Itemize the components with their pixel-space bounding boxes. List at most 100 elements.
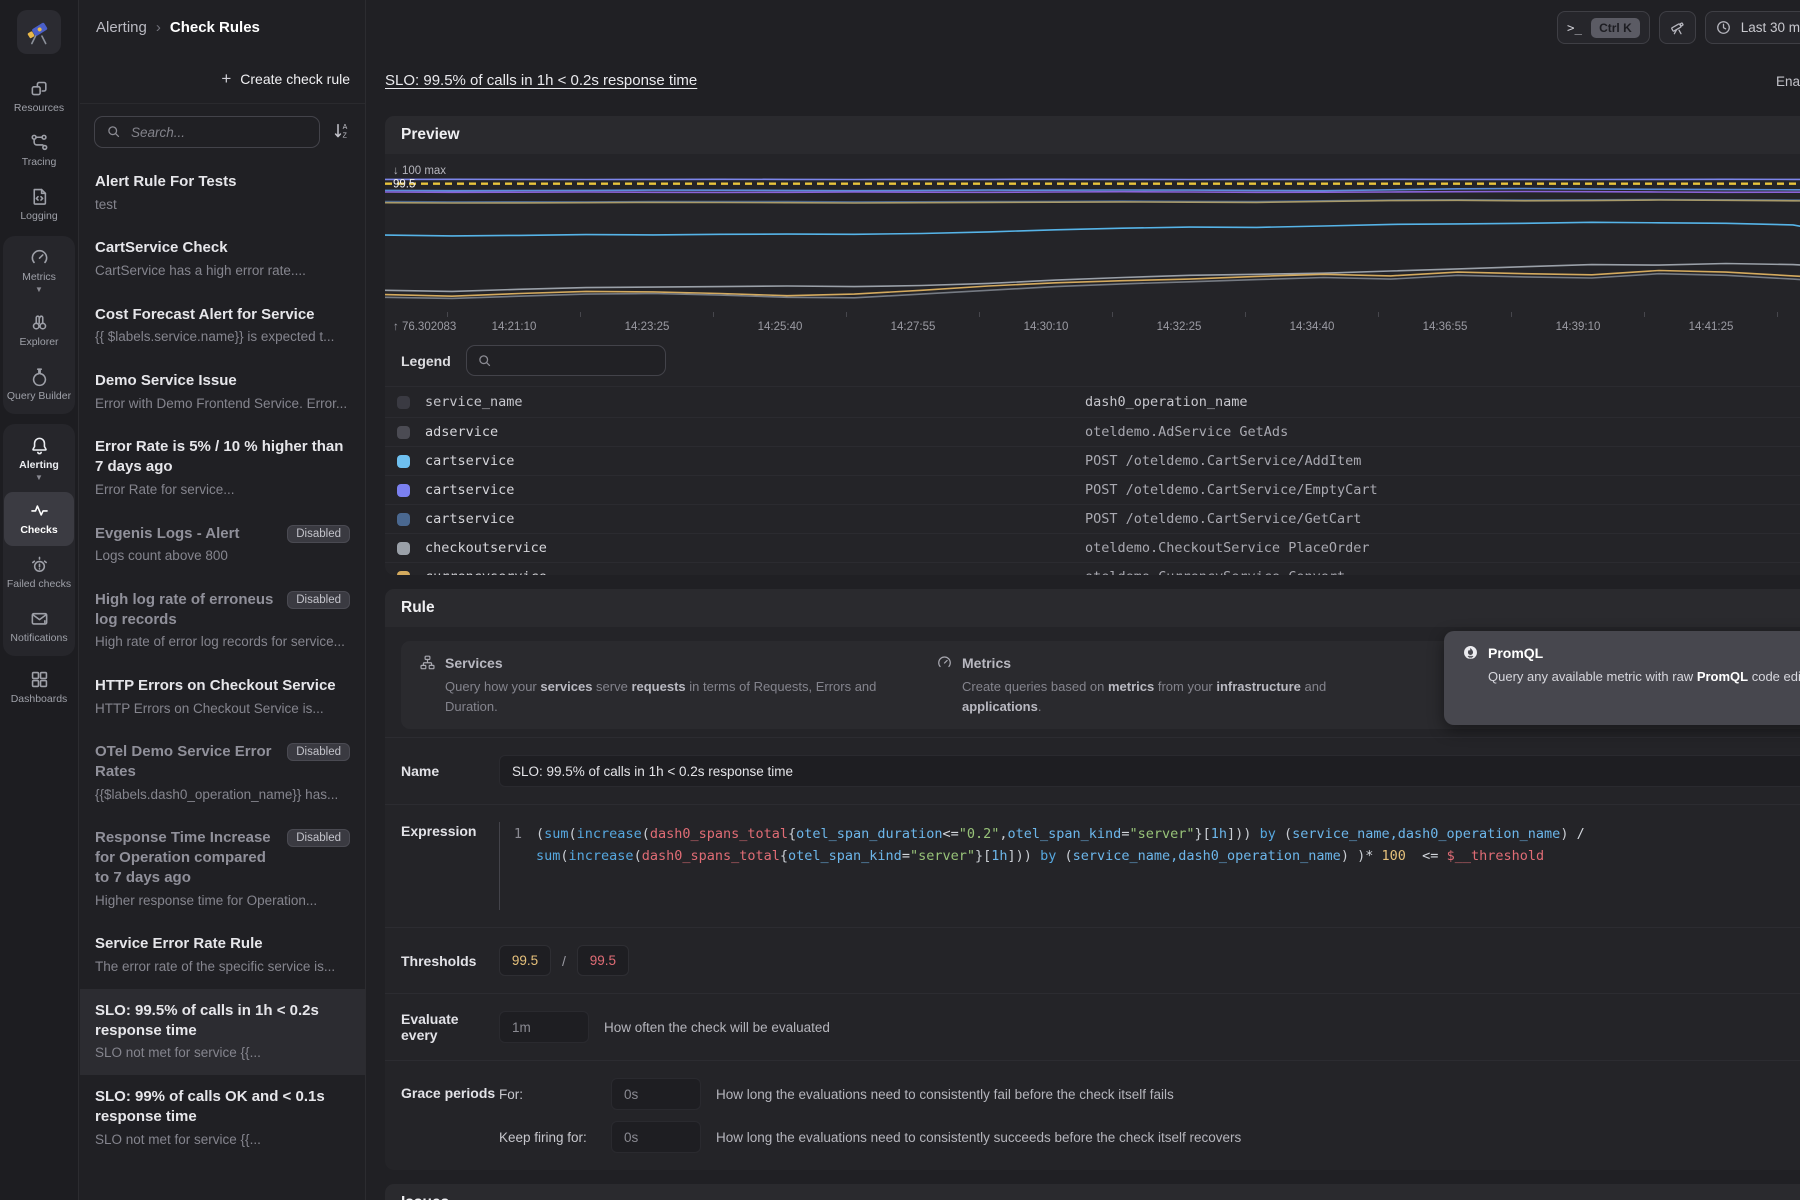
legend-table: service_name dash0_operation_name adserv… (385, 386, 1800, 575)
legend-service-name: cartservice (425, 482, 1085, 498)
legend-search-input[interactable] (501, 353, 655, 368)
keep-firing-label: Keep firing for: (499, 1130, 611, 1145)
dashboards-icon (29, 669, 50, 690)
tab-services-label: Services (445, 655, 503, 671)
check-rule-list-item[interactable]: Cost Forecast Alert for Service{{ $label… (80, 293, 365, 359)
critical-threshold-input[interactable] (577, 945, 629, 976)
promql-code-editor[interactable]: 1 (sum(increase(dash0_spans_total{otel_s… (499, 822, 1800, 910)
rules-search-box[interactable] (94, 116, 320, 148)
tab-metrics-label: Metrics (962, 655, 1011, 671)
alerting-group: Alerting ▼ Checks Failed checks Notifica… (3, 424, 75, 656)
plus-icon: + (221, 69, 231, 89)
sidebar-item-notifications[interactable]: Notifications (4, 600, 74, 654)
legend-row[interactable]: adserviceoteldemo.AdService GetAds (385, 417, 1800, 446)
issues-panel: Issues Summary (385, 1184, 1800, 1200)
rule-name-input[interactable] (499, 755, 1800, 787)
command-palette-button[interactable]: >_ Ctrl K (1557, 11, 1650, 44)
legend-row[interactable]: checkoutserviceoteldemo.CheckoutService … (385, 533, 1800, 562)
assistant-button[interactable] (1659, 11, 1696, 44)
check-rule-list-item[interactable]: Alert Rule For Teststest (80, 160, 365, 226)
sidebar-item-metrics[interactable]: Metrics ▼ (4, 239, 74, 304)
svg-text:14:21:10: 14:21:10 (492, 321, 537, 333)
promql-expression[interactable]: (sum(increase(dash0_spans_total{otel_spa… (536, 824, 1800, 910)
bell-icon (29, 435, 50, 456)
legend-operation-name: POST /oteldemo.CartService/EmptyCart (1085, 482, 1378, 498)
svg-text:14:39:10: 14:39:10 (1556, 321, 1601, 333)
sidebar-item-logging[interactable]: Logging (4, 178, 74, 232)
legend-operation-name: oteldemo.AdService GetAds (1085, 424, 1288, 440)
column-header-service-name[interactable]: service_name (425, 394, 1085, 410)
app-logo[interactable] (17, 10, 61, 54)
rule-item-subtitle: Error Rate for service... (95, 481, 350, 499)
create-check-rule-button[interactable]: + Create check rule (221, 69, 350, 89)
series-color-swatch[interactable] (397, 426, 410, 439)
select-all-swatch[interactable] (397, 396, 410, 409)
rule-item-subtitle: SLO not met for service {{... (95, 1131, 350, 1149)
shortcut-badge: Ctrl K (1591, 18, 1640, 38)
sidebar-item-query-builder[interactable]: Query Builder (4, 358, 74, 412)
series-color-swatch[interactable] (397, 571, 410, 576)
series-color-swatch[interactable] (397, 542, 410, 555)
line-number: 1 (500, 824, 536, 910)
check-rule-list-item[interactable]: Response Time Increase for Operation com… (80, 816, 365, 922)
rule-item-title: OTel Demo Service Error Rates (95, 742, 279, 782)
check-rule-list-item[interactable]: Error Rate is 5% / 10 % higher than 7 da… (80, 425, 365, 511)
check-rule-list-item[interactable]: Service Error Rate RuleThe error rate of… (80, 922, 365, 988)
search-input[interactable] (131, 125, 308, 140)
evaluate-interval-input[interactable] (499, 1011, 589, 1043)
check-rule-list: Alert Rule For TeststestCartService Chec… (80, 160, 365, 1200)
breadcrumb-section[interactable]: Alerting (96, 19, 147, 36)
series-color-swatch[interactable] (397, 513, 410, 526)
breadcrumb: Alerting › Check Rules (96, 19, 260, 36)
check-rule-list-item[interactable]: Evgenis Logs - AlertDisabledLogs count a… (80, 512, 365, 578)
sidebar-item-resources[interactable]: Resources (4, 70, 74, 124)
app-root: Resources Tracing Logging Metrics ▼ Expl… (0, 0, 1800, 1200)
svg-text:↓ 100 max: ↓ 100 max (393, 165, 446, 177)
sidebar-item-alerting[interactable]: Alerting ▼ (4, 427, 74, 492)
degraded-threshold-input[interactable] (499, 945, 551, 976)
series-color-swatch[interactable] (397, 455, 410, 468)
svg-text:↑ 76.302083: ↑ 76.302083 (393, 321, 456, 333)
sidebar-item-checks[interactable]: Checks (4, 492, 74, 546)
time-range-picker[interactable]: Last 30 minutes (1705, 11, 1800, 44)
legend-row[interactable]: cartservicePOST /oteldemo.CartService/Ge… (385, 504, 1800, 533)
rule-item-subtitle: {{$labels.dash0_operation_name}} has... (95, 786, 350, 804)
check-rule-list-item[interactable]: High log rate of erroneus log recordsDis… (80, 578, 365, 664)
sort-az-button[interactable]: AZ (330, 119, 354, 146)
legend-label: Legend (401, 353, 451, 369)
sidebar-item-dashboards[interactable]: Dashboards (4, 661, 74, 715)
grace-for-input[interactable] (611, 1078, 701, 1110)
rule-item-subtitle: {{ $labels.service.name}} is expected t.… (95, 328, 350, 346)
name-label: Name (401, 763, 499, 779)
legend-row[interactable]: cartservicePOST /oteldemo.CartService/Em… (385, 475, 1800, 504)
enabled-toggle-label[interactable]: Enabled (1776, 74, 1800, 89)
line-chart[interactable]: ↓ 100 max99.514:21:1014:23:2514:25:4014:… (385, 158, 1800, 336)
sidebar-item-failed-checks[interactable]: Failed checks (4, 546, 74, 600)
check-rule-list-item[interactable]: CartService CheckCartService has a high … (80, 226, 365, 292)
check-rule-list-item[interactable]: SLO: 99.5% of calls in 1h < 0.2s respons… (80, 989, 365, 1075)
tab-metrics[interactable]: Metrics Create queries based on metrics … (918, 641, 1435, 729)
tab-services[interactable]: Services Query how your services serve r… (401, 641, 918, 729)
check-rule-list-item[interactable]: Demo Service IssueError with Demo Fronte… (80, 359, 365, 425)
preview-chart[interactable]: ↓ 100 max99.514:21:1014:23:2514:25:4014:… (385, 154, 1800, 336)
nav-rail: Resources Tracing Logging Metrics ▼ Expl… (0, 0, 79, 1200)
rule-title-link[interactable]: SLO: 99.5% of calls in 1h < 0.2s respons… (385, 72, 697, 89)
check-rule-list-item[interactable]: HTTP Errors on Checkout ServiceHTTP Erro… (80, 664, 365, 730)
tab-promql[interactable]: PromQL Query any available metric with r… (1444, 631, 1800, 725)
sidebar-item-tracing[interactable]: Tracing (4, 124, 74, 178)
check-rule-list-item[interactable]: SLO: 99% of calls OK and < 0.1s response… (80, 1075, 365, 1161)
series-color-swatch[interactable] (397, 484, 410, 497)
legend-search-box[interactable] (466, 345, 666, 376)
grace-for-row: For: How long the evaluations need to co… (499, 1078, 1241, 1110)
rule-item-subtitle: Higher response time for Operation... (95, 892, 350, 910)
thresholds-label: Thresholds (401, 953, 499, 969)
sidebar-item-explorer[interactable]: Explorer (4, 304, 74, 358)
disabled-badge: Disabled (287, 829, 350, 847)
sort-az-icon: AZ (332, 121, 352, 141)
legend-row[interactable]: currencyserviceoteldemo.CurrencyService … (385, 562, 1800, 575)
column-header-operation-name[interactable]: dash0_operation_name (1085, 394, 1248, 410)
terminal-prompt-icon: >_ (1567, 20, 1582, 35)
check-rule-list-item[interactable]: OTel Demo Service Error RatesDisabled{{$… (80, 730, 365, 816)
keep-firing-input[interactable] (611, 1121, 701, 1153)
legend-row[interactable]: cartservicePOST /oteldemo.CartService/Ad… (385, 446, 1800, 475)
